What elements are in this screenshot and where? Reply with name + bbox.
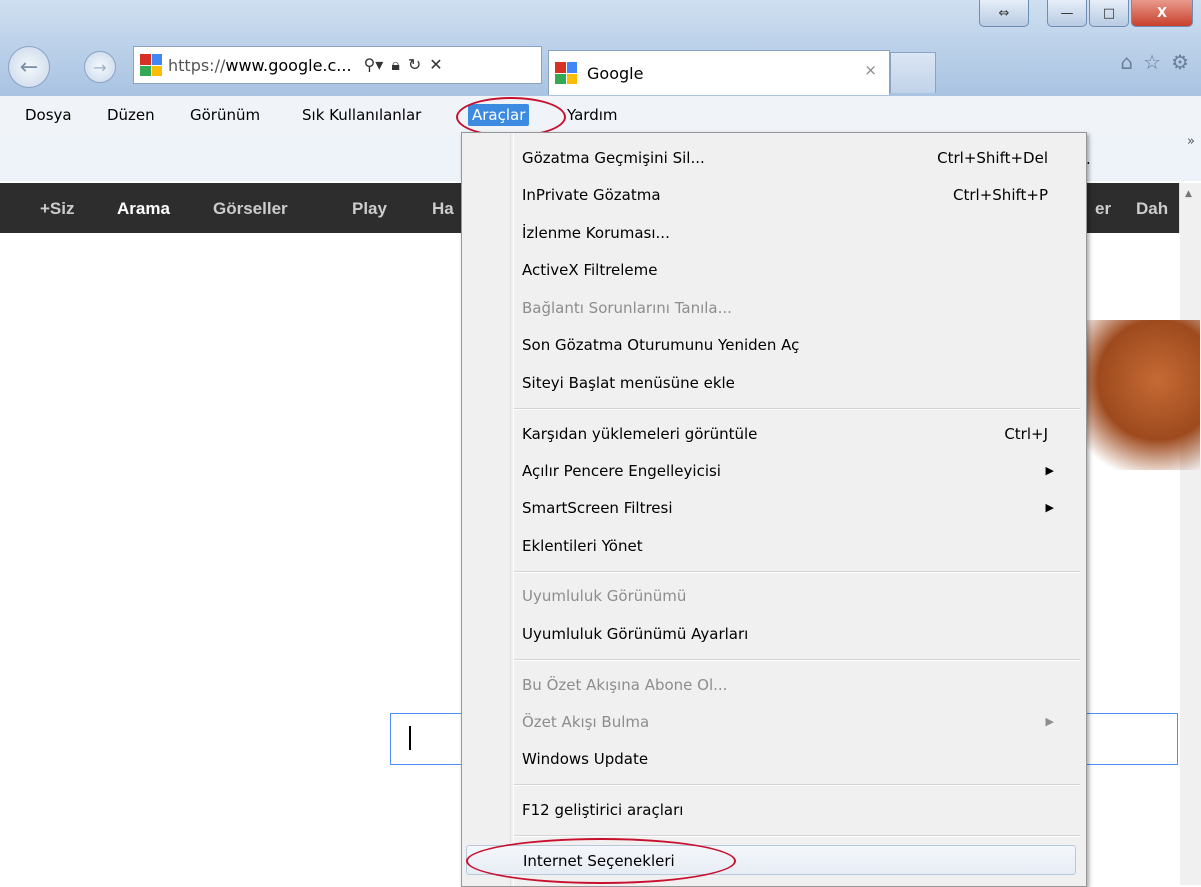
submenu-arrow-icon: ▶ [1045,715,1054,728]
menu-item-label: Gözatma Geçmişini Sil... [522,149,705,167]
menu-item-diagnose: Bağlantı Sorunlarını Tanıla... [522,293,1072,323]
menu-item-shortcut: Ctrl+Shift+Del [937,149,1048,167]
menu-gutter [510,133,514,886]
submenu-arrow-icon: ▶ [1045,464,1054,477]
text-caret [409,726,411,750]
menu-item-f12-tools[interactable]: F12 geliştirici araçları [522,795,1072,825]
menu-item-label: ActiveX Filtreleme [522,261,658,279]
tab-google[interactable]: Google × [548,50,890,95]
submenu-arrow-icon: ▶ [1045,501,1054,514]
menu-item-compat-settings[interactable]: Uyumluluk Görünümü Ayarları [522,619,1072,649]
google-bar-arama[interactable]: Arama [117,199,170,219]
menu-item-shortcut: Ctrl+J [1004,425,1048,443]
menu-sik-kullanilanlar[interactable]: Sık Kullanılanlar [298,104,425,126]
menu-item-downloads[interactable]: Karşıdan yüklemeleri görüntüle Ctrl+J [522,419,1072,449]
tab-title: Google [587,63,644,83]
menu-item-feed-discovery: Özet Akışı Bulma ▶ [522,707,1072,737]
google-bar-partial[interactable]: Ha [432,199,454,219]
url-host: www.google.c... [225,55,352,75]
search-icon[interactable]: ⚲▾ [364,55,384,75]
close-icon[interactable]: ✕ [429,55,442,75]
window-controls: ⇔ — □ X [977,0,1193,28]
menu-item-reopen-session[interactable]: Son Gözatma Oturumunu Yeniden Aç [522,330,1072,360]
menu-separator [514,408,1080,410]
menu-item-popup-blocker[interactable]: Açılır Pencere Engelleyicisi ▶ [522,456,1072,486]
menu-item-manage-addons[interactable]: Eklentileri Yönet [522,531,1072,561]
lock-icon[interactable]: 🔒︎ [391,55,400,75]
menu-item-compat-view: Uyumluluk Görünümü [522,581,1072,611]
google-bar-gorseller[interactable]: Görseller [213,199,288,219]
address-bar[interactable]: https://www.google.c... ⚲▾ 🔒︎ ↻ ✕ [133,46,542,84]
menu-item-smartscreen[interactable]: SmartScreen Filtresi ▶ [522,493,1072,523]
star-icon[interactable]: ☆ [1143,50,1161,74]
menu-item-label: Uyumluluk Görünümü [522,587,687,605]
menu-item-label: InPrivate Gözatma [522,186,661,204]
google-bar-dahasi[interactable]: Dah [1136,199,1168,219]
url-text[interactable]: https://www.google.c... [168,56,352,75]
google-favicon-icon [140,54,162,76]
gear-icon[interactable]: ⚙ [1171,50,1189,74]
scroll-up-arrow-icon[interactable]: ▲ [1185,189,1192,199]
menu-separator [514,784,1080,786]
menu-item-label: Eklentileri Yönet [522,537,643,555]
new-tab-button[interactable] [890,52,936,93]
vertical-scrollbar[interactable]: ▲ [1179,183,1201,885]
minimize-button[interactable]: — [1047,0,1087,27]
annotation-circle-araclar [456,97,566,137]
menu-bar: Dosya Düzen Görünüm Sık Kullanılanlar Ar… [0,96,1201,137]
tools-menu: Gözatma Geçmişini Sil... Ctrl+Shift+Del … [461,132,1087,887]
menu-item-label: Bu Özet Akışına Abone Ol... [522,676,728,694]
menu-dosya[interactable]: Dosya [21,104,76,126]
menu-item-label: SmartScreen Filtresi [522,499,673,517]
google-bar-play[interactable]: Play [352,199,387,219]
restore-icon[interactable]: ⇔ [979,0,1029,27]
overflow-chevron-icon[interactable]: » [1187,134,1195,149]
menu-item-shortcut: Ctrl+Shift+P [953,186,1048,204]
menu-gorunum[interactable]: Görünüm [186,104,264,126]
menu-item-inprivate[interactable]: InPrivate Gözatma Ctrl+Shift+P [522,180,1072,210]
menu-separator [514,835,1080,837]
menu-item-label: İzlenme Koruması... [522,224,670,242]
menu-item-add-to-start[interactable]: Siteyi Başlat menüsüne ekle [522,368,1072,398]
google-bar-partial-right[interactable]: er [1095,199,1111,219]
google-bar-siz[interactable]: +Siz [40,199,75,219]
menu-item-label: Özet Akışı Bulma [522,713,650,731]
menu-item-label: Son Gözatma Oturumunu Yeniden Aç [522,336,800,354]
tab-close-button[interactable]: × [864,61,877,79]
forward-button[interactable]: → [84,51,116,83]
menu-item-label: Karşıdan yüklemeleri görüntüle [522,425,758,443]
title-bar: ⇔ — □ X ← → https://www.google.c... ⚲▾ 🔒… [0,0,1201,96]
menu-item-label: Uyumluluk Görünümü Ayarları [522,625,749,643]
menu-item-tracking-protection[interactable]: İzlenme Koruması... [522,218,1072,248]
menu-item-label: Açılır Pencere Engelleyicisi [522,462,721,480]
home-icon[interactable]: ⌂ [1120,50,1133,74]
menu-item-label: Siteyi Başlat menüsüne ekle [522,374,735,392]
menu-item-delete-history[interactable]: Gözatma Geçmişini Sil... Ctrl+Shift+Del [522,143,1072,173]
menu-item-activex[interactable]: ActiveX Filtreleme [522,255,1072,285]
close-button[interactable]: X [1131,0,1193,27]
forward-arrow-icon: → [93,57,107,77]
menu-item-subscribe-feed: Bu Özet Akışına Abone Ol... [522,670,1072,700]
menu-yardim[interactable]: Yardım [563,104,622,126]
annotation-circle-internet-options [466,838,736,884]
menu-duzen[interactable]: Düzen [103,104,159,126]
menu-item-label: F12 geliştirici araçları [522,801,684,819]
back-button[interactable]: ← [8,46,50,88]
google-favicon-icon [555,62,577,84]
menu-separator [514,571,1080,573]
menu-item-windows-update[interactable]: Windows Update [522,744,1072,774]
menu-separator [514,659,1080,661]
menu-item-label: Bağlantı Sorunlarını Tanıla... [522,299,732,317]
menu-item-label: Windows Update [522,750,649,768]
url-prefix: https:// [168,55,226,75]
refresh-icon[interactable]: ↻ [408,55,421,75]
back-arrow-icon: ← [19,54,39,80]
maximize-button[interactable]: □ [1089,0,1129,27]
